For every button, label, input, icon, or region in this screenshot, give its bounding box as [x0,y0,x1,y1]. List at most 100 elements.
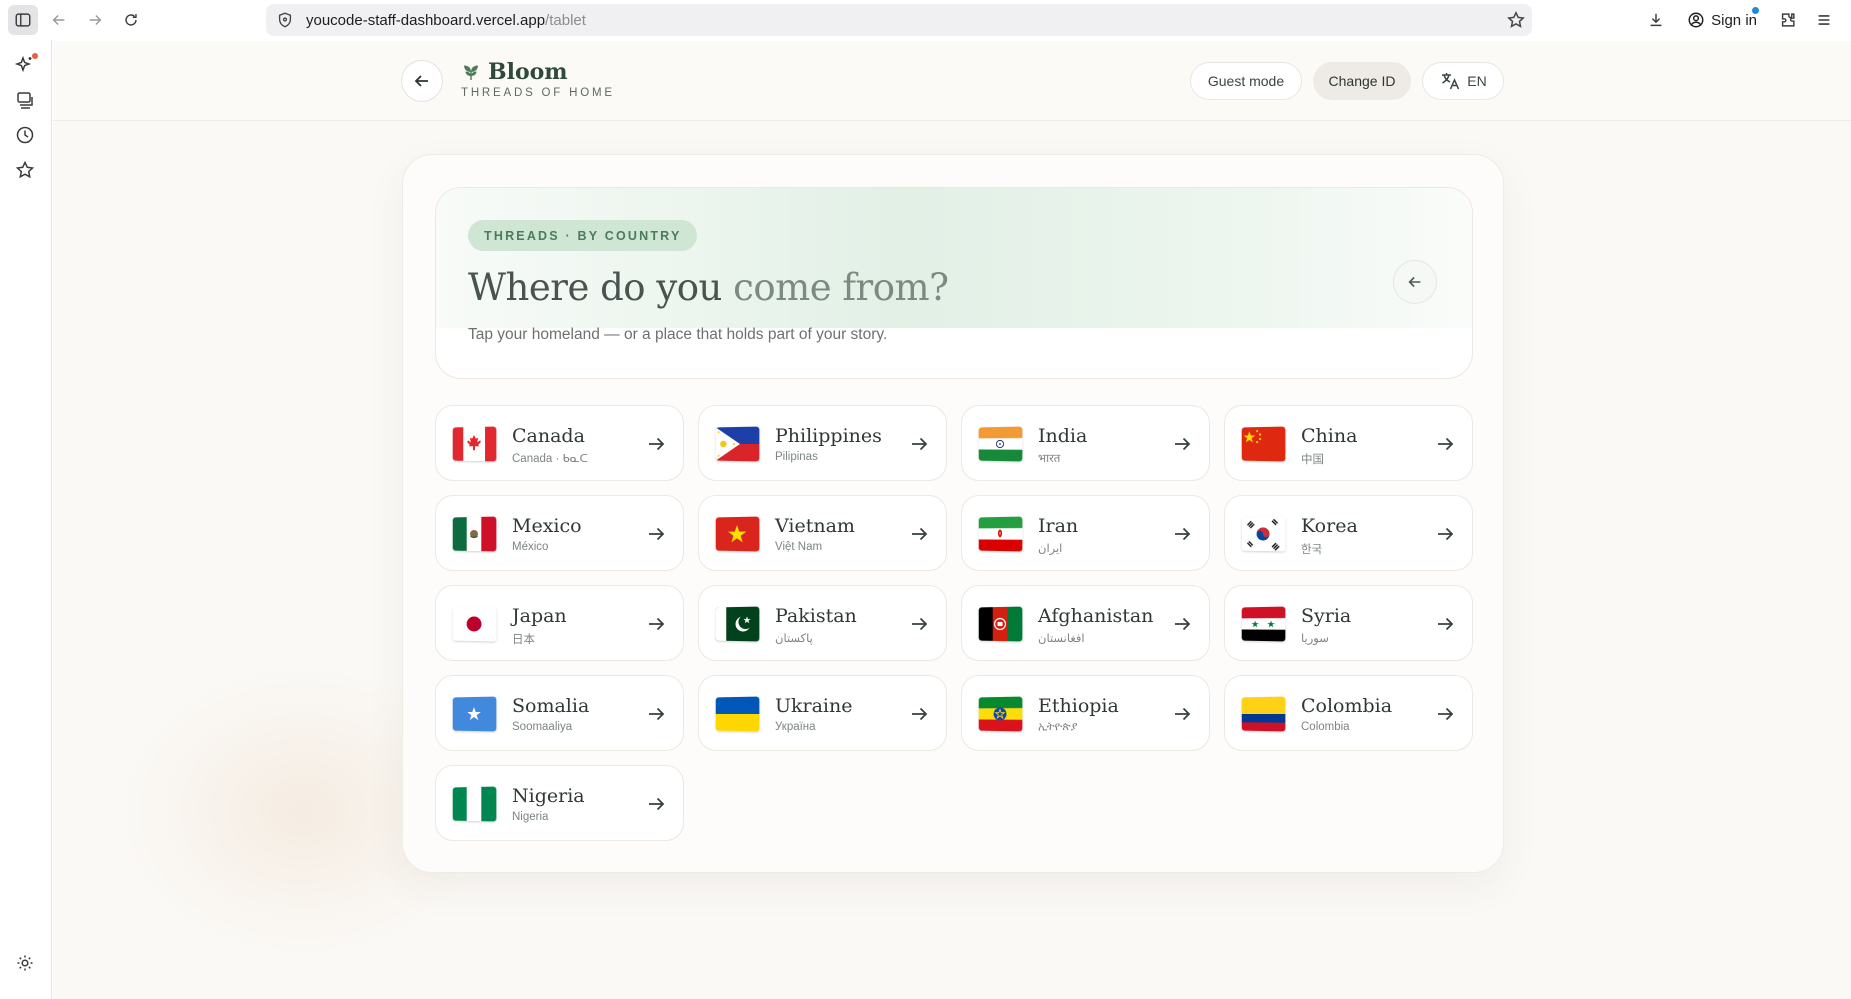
hero-back-button[interactable] [1393,260,1437,304]
arrow-right-icon [908,613,930,635]
ai-sparkle-icon[interactable] [14,53,38,76]
country-card-china[interactable]: China 中国 [1224,405,1473,481]
country-card-india[interactable]: India भारत [961,405,1210,481]
arrow-right-icon [908,433,930,455]
brand[interactable]: Bloom THREADS OF HOME [460,59,615,99]
philippines-flag-icon [715,426,760,462]
back-arrow-icon[interactable] [44,5,74,35]
country-card-pakistan[interactable]: Pakistan پاکستان [698,585,947,661]
arrow-left-icon [414,75,428,87]
country-name: Mexico [512,515,582,537]
country-card-japan[interactable]: Japan 日本 [435,585,684,661]
country-name: Philippines [775,425,882,447]
country-card-philippines[interactable]: Philippines Pilipinas [698,405,947,481]
page-subtitle: Tap your homeland — or a place that hold… [468,326,888,343]
country-card-korea[interactable]: Korea 한국 [1224,495,1473,571]
country-native-name: سوريا [1301,633,1329,645]
country-native-name: Україна [775,721,816,733]
forward-arrow-icon[interactable] [80,5,110,35]
brand-tagline: THREADS OF HOME [461,87,615,99]
country-name: Japan [512,605,567,627]
header-back-button[interactable] [401,60,443,102]
reload-icon[interactable] [116,5,146,35]
country-name: Pakistan [775,605,857,627]
country-native-name: 日本 [512,634,535,646]
arrow-right-icon [645,703,667,725]
rail-badge [32,53,38,59]
downloads-icon[interactable] [1641,5,1671,35]
settings-gear-icon[interactable] [14,952,36,974]
url-path: /tablet [545,11,586,29]
country-name: Afghanistan [1038,605,1154,627]
history-icon[interactable] [14,124,36,146]
country-card-mexico[interactable]: Mexico México [435,495,684,571]
app-header: Bloom THREADS OF HOME Guest mode Change … [53,41,1851,121]
extensions-icon[interactable] [1773,5,1803,35]
country-native-name: Colombia [1301,721,1350,733]
sign-in-button[interactable]: Sign in [1677,4,1767,36]
country-card-syria[interactable]: Syria سوريا [1224,585,1473,661]
arrow-left-icon [1408,276,1421,288]
arrow-right-icon [1171,523,1193,545]
iran-flag-icon [978,516,1023,552]
tabs-icon[interactable] [14,89,36,111]
app-page: Bloom THREADS OF HOME Guest mode Change … [53,41,1851,999]
country-card-vietnam[interactable]: Vietnam Việt Nam [698,495,947,571]
sidebar-toggle-icon[interactable] [8,5,38,35]
arrow-right-icon [1434,703,1456,725]
guest-mode-button[interactable]: Guest mode [1190,62,1302,100]
country-card-ukraine[interactable]: Ukraine Україна [698,675,947,751]
address-bar[interactable]: youcode-staff-dashboard.vercel.app/table… [266,4,1532,36]
country-card-canada[interactable]: Canada Canada · ᑲᓇᑕ [435,405,684,481]
country-card-afghanistan[interactable]: Afghanistan افغانستان [961,585,1210,661]
canada-flag-icon [452,426,497,462]
country-picker-card: THREADS · BY COUNTRY Where do you come f… [402,154,1504,873]
india-flag-icon [978,426,1023,462]
country-native-name: ኢትዮጵያ [1038,721,1078,733]
country-grid: Canada Canada · ᑲᓇᑕ Philippines Pilipinas In… [435,405,1473,841]
country-card-iran[interactable]: Iran ایران [961,495,1210,571]
colombia-flag-icon [1241,696,1286,732]
vietnam-flag-icon [715,516,760,552]
country-name: Ukraine [775,695,853,717]
language-label: EN [1467,73,1487,89]
country-card-ethiopia[interactable]: Ethiopia ኢትዮጵያ [961,675,1210,751]
country-card-somalia[interactable]: Somalia Soomaaliya [435,675,684,751]
browser-sidebar [0,40,52,999]
country-native-name: 한국 [1301,544,1323,556]
country-native-name: Canada · ᑲᓇᑕ [512,453,588,465]
country-native-name: Nigeria [512,811,549,823]
country-name: Colombia [1301,695,1393,717]
leaf-logo-icon [464,65,478,80]
language-button[interactable]: EN [1422,62,1504,100]
country-card-colombia[interactable]: Colombia Colombia [1224,675,1473,751]
browser-toolbar: youcode-staff-dashboard.vercel.app/table… [0,0,1851,40]
arrow-right-icon [1434,523,1456,545]
arrow-right-icon [645,613,667,635]
change-id-button[interactable]: Change ID [1313,62,1411,100]
bookmark-star-icon[interactable] [1506,10,1526,30]
hero-panel: THREADS · BY COUNTRY Where do you come f… [435,187,1473,379]
country-name: Somalia [512,695,590,717]
mexico-flag-icon [452,516,497,552]
notification-dot [1752,7,1759,14]
bookmarks-star-icon[interactable] [14,159,36,181]
arrow-right-icon [1171,613,1193,635]
sign-in-label: Sign in [1711,11,1757,29]
country-name: Korea [1301,515,1358,537]
title-muted: come from? [733,266,949,309]
site-info-icon[interactable] [276,11,294,29]
somalia-flag-icon [452,696,497,732]
country-native-name: افغانستان [1038,633,1085,645]
japan-flag-icon [452,606,497,642]
pakistan-flag-icon [715,606,760,642]
country-name: China [1301,425,1358,447]
country-card-nigeria[interactable]: Nigeria Nigeria [435,765,684,841]
country-name: Nigeria [512,785,585,807]
country-name: India [1038,425,1088,447]
country-native-name: 中国 [1301,454,1324,466]
menu-icon[interactable] [1809,5,1839,35]
page-title: Where do you come from? [468,266,949,309]
country-name: Ethiopia [1038,695,1119,717]
arrow-right-icon [1434,433,1456,455]
